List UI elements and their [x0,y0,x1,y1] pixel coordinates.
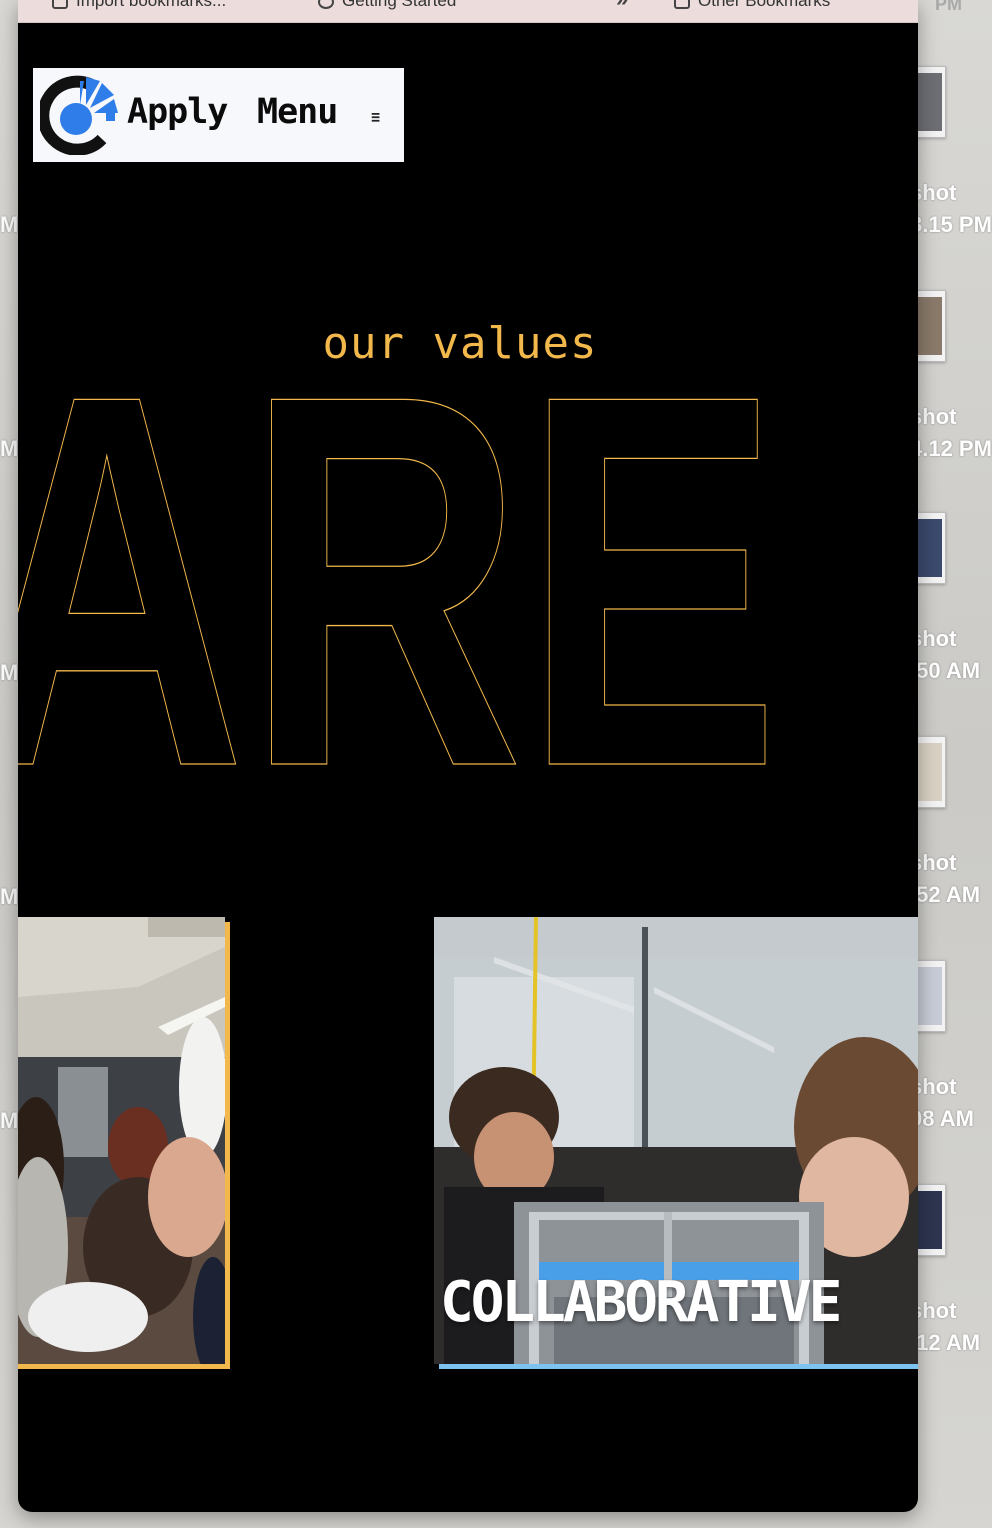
logo-icon[interactable] [40,75,120,155]
hero-word-text: ARE [18,380,780,780]
desktop-label-fragment: M [0,436,19,461]
file-time: .12 AM [910,1330,981,1355]
section-eyebrow: our values [322,318,598,369]
file-time: .52 AM [910,882,981,907]
hamburger-icon[interactable]: ≡ [371,108,380,126]
desktop-label-fragment: M [0,1108,19,1133]
browser-window: Import bookmarks... Getting Started » Ot… [18,0,918,1512]
menubar-clock: PM [935,0,962,14]
folder-icon [674,0,690,9]
file-time: 08 AM [910,1106,974,1131]
bookmark-import[interactable]: Import bookmarks... [52,0,226,11]
card-accent-underline [439,1364,918,1369]
site-header: Apply Menu ≡ [33,68,404,162]
desktop-label-fragment: M [0,884,19,909]
desktop-label-fragment: M [0,212,19,237]
apply-link[interactable]: Apply [127,92,228,132]
file-time: 3.15 PM [910,212,992,237]
file-time: .50 AM [910,658,981,683]
bookmark-other[interactable]: Other Bookmarks [674,0,830,11]
bookmark-label: Getting Started [342,0,457,10]
bookmarks-bar: Import bookmarks... Getting Started » Ot… [18,0,918,23]
value-card-label: COLLABORATIVE [440,1270,842,1335]
desktop-label-fragment: M [0,660,19,685]
bookmark-label: Other Bookmarks [698,0,831,10]
globe-icon [318,0,334,9]
bookmark-label: Import bookmarks... [76,0,227,10]
bookmarks-overflow-icon[interactable]: » [616,0,628,12]
menu-button[interactable]: Menu [257,92,338,132]
hero-outline-word: ARE [18,380,781,780]
file-time: 4.12 PM [910,436,992,461]
folder-icon [52,0,68,9]
bookmark-getting-started[interactable]: Getting Started [318,0,456,11]
card-accent-border [18,922,230,1369]
